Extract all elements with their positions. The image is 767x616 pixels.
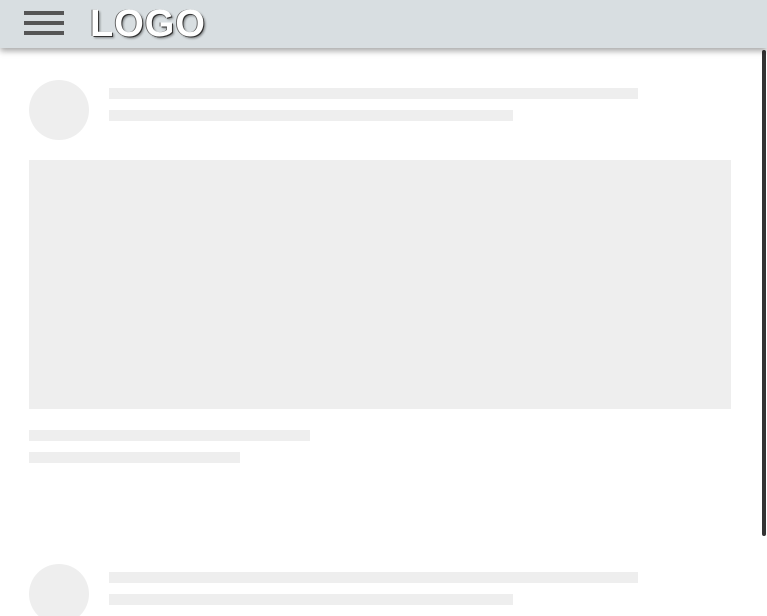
- title-line-placeholder: [109, 88, 638, 99]
- logo[interactable]: LOGO: [90, 3, 206, 45]
- subtitle-line-placeholder: [109, 594, 513, 605]
- caption-line-placeholder: [29, 452, 240, 463]
- avatar-placeholder: [29, 564, 89, 616]
- menu-bar: [24, 21, 64, 25]
- app-header: LOGO: [0, 0, 767, 48]
- menu-bar: [24, 31, 64, 35]
- menu-bar: [24, 11, 64, 15]
- caption-line-placeholder: [29, 430, 310, 441]
- scrollbar[interactable]: [760, 48, 767, 616]
- feed-container: [0, 48, 760, 616]
- scrollbar-thumb[interactable]: [762, 50, 766, 536]
- image-placeholder: [29, 160, 731, 409]
- title-line-placeholder: [109, 572, 638, 583]
- avatar-placeholder: [29, 80, 89, 140]
- hamburger-menu-icon[interactable]: [24, 11, 64, 39]
- subtitle-line-placeholder: [109, 110, 513, 121]
